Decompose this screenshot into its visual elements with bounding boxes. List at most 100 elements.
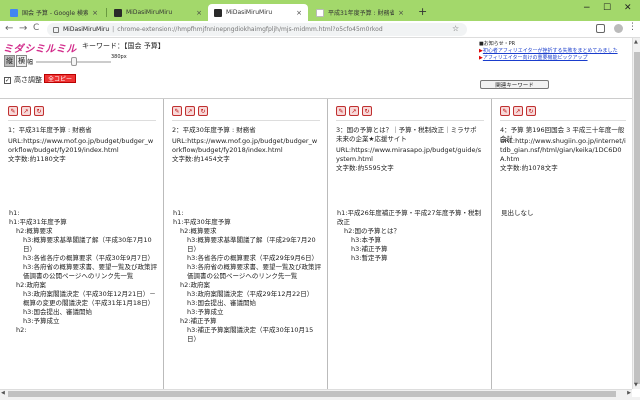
extension-puzzle-icon[interactable] [596, 24, 605, 33]
outline-heading: h2:国の予算とは？ [344, 227, 400, 235]
outline-heading: h3:予算成立 [187, 308, 224, 316]
result-url[interactable]: URL:http://www.shugiin.go.jp/internet/it… [500, 137, 626, 164]
outline-heading: h3:補正予算案閣議決定（平成30年10月15日） [187, 326, 314, 343]
site-favicon-icon [214, 8, 222, 17]
tab-google-search[interactable]: 国会 予算 - Google 検索 × [4, 4, 104, 21]
outline-heading: h2:補正予算 [180, 317, 217, 325]
reload-button[interactable]: C [33, 23, 39, 33]
result-title[interactable]: 1：平成31年度予算 : 財務省 [8, 126, 156, 135]
vertical-scroll-thumb[interactable] [634, 52, 640, 384]
column-actions: ✎ ↗ ↻ [336, 106, 372, 116]
result-column-4: ✎ ↗ ↻ 4：予算 第196回国会 3 平成三十年度一般会計 URL:http://w… [492, 99, 632, 389]
scroll-up-icon[interactable]: ▲ [634, 39, 638, 45]
new-tab-button[interactable]: + [418, 5, 427, 18]
tab-divider [106, 8, 107, 17]
refresh-icon[interactable]: ↻ [198, 106, 208, 116]
auto-height-toggle[interactable]: ✓ 高さ調整 [4, 75, 42, 85]
outline-heading: h3:各府省の概算要求書、要望一覧及び政策評価調書の公開ページへのリンク先一覧 [23, 263, 157, 280]
notice-link-2[interactable]: アフィリエイター向けの重要機能ピックアップ [483, 55, 588, 61]
tab-title: MiDasiMiruMiru [226, 9, 273, 16]
open-icon[interactable]: ↗ [21, 106, 31, 116]
outline-heading: h2:政府案 [180, 281, 210, 289]
outline-heading: h1: [9, 209, 20, 217]
scroll-left-icon[interactable]: ◀ [1, 390, 5, 396]
open-icon[interactable]: ↗ [349, 106, 359, 116]
tab-midasimirumiru-1[interactable]: MiDasiMiruMiru × [108, 4, 208, 21]
view-horizontal-button[interactable]: 横 [16, 55, 27, 67]
result-title[interactable]: 2：平成30年度予算 : 財務省 [172, 126, 320, 135]
url-text: chrome-extension://hmpfhmjfnninepngdiokh… [117, 26, 383, 33]
open-icon[interactable]: ↗ [185, 106, 195, 116]
outline-heading: h3:国会提出、審議開始 [187, 299, 256, 307]
tab-mof-budget[interactable]: 平成31年度予算 : 財務省 × [310, 4, 410, 21]
result-char-count: 文字数:約1180文字 [8, 155, 66, 163]
refresh-icon[interactable]: ↻ [362, 106, 372, 116]
edit-icon[interactable]: ✎ [336, 106, 346, 116]
outline-heading: h3:予算成立 [23, 317, 60, 325]
column-actions: ✎ ↗ ↻ [172, 106, 208, 116]
url-input[interactable]: MiDasiMiruMiru | chrome-extension://hmpf… [47, 23, 467, 36]
close-tab-icon[interactable]: × [296, 9, 302, 17]
app-logo: ミダシミルミル [3, 44, 77, 55]
maximize-button[interactable]: ☐ [603, 3, 611, 13]
edit-icon[interactable]: ✎ [8, 106, 18, 116]
tab-title: MiDasiMiruMiru [126, 9, 173, 16]
outline-heading: h1:平成31年度予算 [9, 218, 67, 226]
width-value: 380px [111, 54, 127, 60]
outline-heading: h3:各省各庁の概算要求（平成29年9月6日） [187, 254, 318, 262]
column-divider [491, 99, 492, 389]
heading-outline: 見出しなし [492, 209, 632, 218]
outline-heading: h3:補正予算 [351, 245, 388, 253]
column-rule [500, 120, 626, 121]
tab-midasimirumiru-active[interactable]: MiDasiMiruMiru × [208, 4, 308, 21]
open-icon[interactable]: ↗ [513, 106, 523, 116]
edit-icon[interactable]: ✎ [172, 106, 182, 116]
edit-icon[interactable]: ✎ [500, 106, 510, 116]
close-window-button[interactable]: ✕ [624, 3, 632, 13]
related-keywords-button[interactable]: 関連キーワード [480, 80, 549, 89]
close-tab-icon[interactable]: × [196, 9, 202, 17]
back-button[interactable]: ← [5, 23, 13, 34]
result-column-3: ✎ ↗ ↻ 3：国の予算とは？｜予算・税制改正｜ミラサポ 未来の企業★応援サイト URL… [328, 99, 490, 389]
result-url-block: URL:https://www.mof.go.jp/budget/budger_… [8, 137, 156, 164]
result-char-count: 文字数:約1454文字 [172, 155, 230, 163]
outline-heading: h3:政府案閣議決定（平成30年12月21日）－ 概算の変更の閣議決定（平成31… [23, 290, 156, 307]
outline-heading: h2:概算要求 [180, 227, 217, 235]
result-url[interactable]: URL:https://www.mof.go.jp/budget/budger_… [172, 137, 320, 155]
outline-heading: h2:政府案 [16, 281, 46, 289]
scroll-right-icon[interactable]: ▶ [627, 390, 631, 396]
result-title[interactable]: 3：国の予算とは？｜予算・税制改正｜ミラサポ 未来の企業★応援サイト [336, 126, 484, 144]
url-separator: | [112, 26, 115, 33]
view-vertical-button[interactable]: 縦 [4, 55, 15, 67]
minimize-button[interactable]: − [583, 3, 591, 13]
outline-heading: h2:概算要求 [16, 227, 53, 235]
close-tab-icon[interactable]: × [92, 9, 98, 17]
result-char-count: 文字数:約5595文字 [336, 164, 394, 172]
column-rule [8, 120, 156, 121]
outline-heading: h1:平成26年度補正予算・平成27年度予算・税制改正 [337, 209, 481, 226]
outline-heading: h3:概算要求基準閣議了解（平成29年7月20日） [187, 236, 316, 253]
menu-kebab-icon[interactable]: ⋮ [628, 22, 637, 32]
outline-heading: h3:本予算 [351, 236, 381, 244]
forward-button[interactable]: → [19, 23, 27, 34]
tab-title: 国会 予算 - Google 検索 [22, 10, 89, 17]
refresh-icon[interactable]: ↻ [34, 106, 44, 116]
horizontal-scrollbar[interactable]: ◀ ▶ [0, 389, 632, 397]
result-url[interactable]: URL:https://www.mirasapo.jp/budget/guide… [336, 146, 484, 164]
result-column-2: ✎ ↗ ↻ 2：平成30年度予算 : 財務省 URL:https://www.mof.g… [164, 99, 326, 389]
scroll-down-icon[interactable]: ▼ [634, 382, 638, 388]
result-url[interactable]: URL:https://www.mof.go.jp/budget/budger_… [8, 137, 156, 155]
vertical-scrollbar[interactable]: ▲ ▼ [632, 38, 640, 389]
profile-avatar[interactable] [614, 24, 623, 33]
outline-heading: h2: [16, 326, 27, 334]
notice-panel: ■お知らせ・PR ▶初心者アフィリエイターが挫折する失敗をまとめてみました ▶ア… [479, 40, 618, 61]
width-slider-thumb[interactable] [70, 57, 77, 66]
results-columns: ✎ ↗ ↻ 1：平成31年度予算 : 財務省 URL:https://www.mof.g… [0, 99, 632, 389]
outline-heading: h1:平成30年度予算 [173, 218, 231, 226]
refresh-icon[interactable]: ↻ [526, 106, 536, 116]
close-tab-icon[interactable]: × [398, 9, 404, 17]
auto-height-checkbox[interactable]: ✓ [4, 76, 11, 84]
star-icon[interactable]: ☆ [452, 24, 459, 33]
column-rule [336, 120, 484, 121]
copy-all-button[interactable]: 全コピー [44, 74, 77, 83]
